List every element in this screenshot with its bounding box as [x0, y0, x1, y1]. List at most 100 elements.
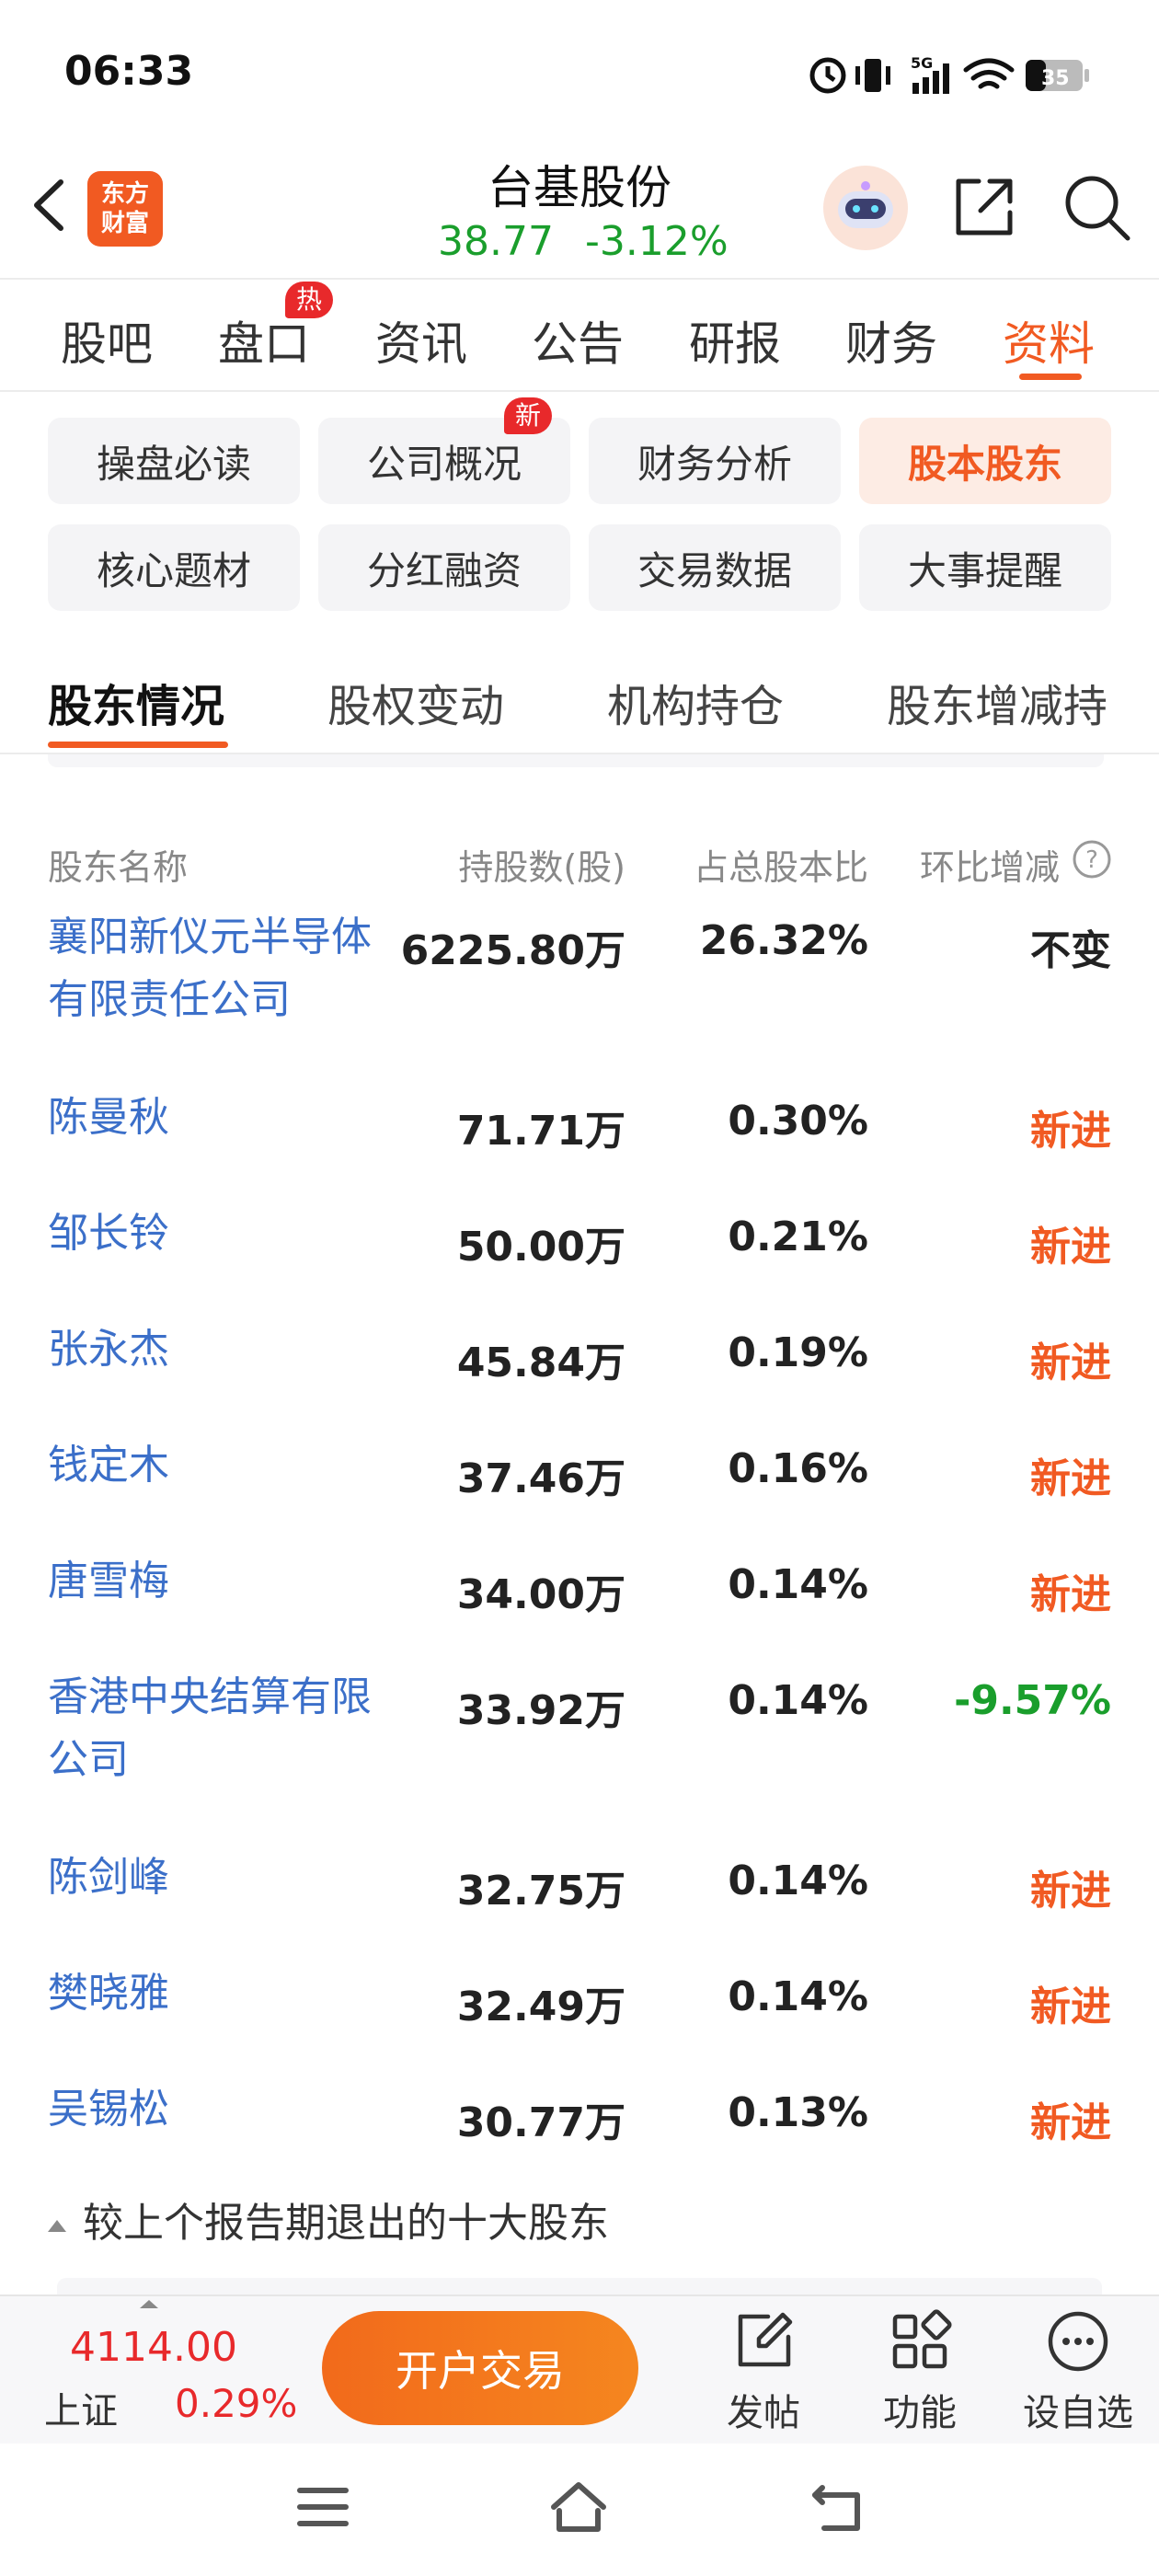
svg-text:?: ?	[1085, 846, 1098, 874]
index-change[interactable]: 0.29%	[175, 2381, 297, 2426]
holding-ratio: 0.14%	[728, 1973, 868, 2020]
tab-finance[interactable]: 财务	[845, 307, 937, 374]
shares-held: 71.71万	[456, 1108, 625, 1155]
section-tab-equity-changes[interactable]: 股权变动	[327, 670, 504, 734]
tabs-divider	[0, 390, 1159, 392]
shares-held: 33.92万	[456, 1687, 625, 1734]
functions-button[interactable]: 功能	[855, 2300, 984, 2438]
holding-change: 新进	[1030, 1455, 1111, 1502]
shares-held: 50.00万	[456, 1224, 625, 1271]
holding-ratio: 0.13%	[728, 2089, 868, 2136]
subnav-trading-data[interactable]: 交易数据	[589, 524, 841, 611]
exited-holders-label: 较上个报告期退出的十大股东	[83, 2200, 609, 2247]
shares-held: 30.77万	[456, 2099, 625, 2146]
shareholder-name[interactable]: 陈剑峰	[48, 1846, 379, 1909]
signal-icon: 5G	[911, 54, 949, 94]
section-tab-institutions[interactable]: 机构持仓	[607, 670, 784, 734]
back-arrow-icon[interactable]	[20, 164, 75, 247]
new-badge: 新	[504, 397, 553, 434]
shareholder-name[interactable]: 钱定木	[48, 1434, 379, 1497]
stock-price: 38.77	[438, 218, 554, 265]
section-active-indicator	[48, 742, 228, 748]
share-icon[interactable]	[947, 170, 1021, 244]
add-watchlist-label: 设自选	[1023, 2392, 1133, 2434]
tab-news[interactable]: 资讯	[375, 307, 467, 374]
ai-assistant-icon[interactable]	[821, 164, 910, 252]
index-name[interactable]: 上证	[44, 2381, 118, 2434]
shareholder-name[interactable]: 陈曼秋	[48, 1087, 379, 1149]
holding-ratio: 0.21%	[728, 1213, 868, 1260]
header-name: 股东名称	[48, 847, 189, 888]
header-change: 环比增减	[919, 847, 1060, 888]
subnav-core-themes[interactable]: 核心题材	[48, 524, 300, 611]
shareholder-name[interactable]: 襄阳新仪元半导体有限责任公司	[48, 906, 379, 1031]
shareholder-name[interactable]: 樊晓雅	[48, 1962, 379, 2025]
tab-guba[interactable]: 股吧	[61, 307, 153, 374]
subnav-trading-guide[interactable]: 操盘必读	[48, 418, 300, 504]
functions-label: 功能	[883, 2392, 957, 2434]
holding-change: 不变	[1030, 927, 1111, 974]
open-account-trade-button[interactable]: 开户交易	[322, 2311, 638, 2425]
shares-held: 37.46万	[456, 1455, 625, 1502]
section-tab-holding-changes[interactable]: 股东增减持	[887, 670, 1107, 734]
vibrate-icon	[855, 59, 890, 92]
header-ratio: 占总股本比	[693, 847, 868, 888]
status-time: 06:33	[64, 48, 194, 95]
holding-ratio: 0.14%	[728, 1857, 868, 1904]
battery-level: 35	[1041, 67, 1070, 90]
holding-change: 新进	[1030, 2099, 1111, 2146]
add-watchlist-button[interactable]: 设自选	[1014, 2300, 1142, 2438]
tab-profile[interactable]: 资料	[1003, 307, 1095, 374]
post-label: 发帖	[727, 2392, 800, 2434]
holding-ratio: 0.19%	[728, 1329, 868, 1376]
tab-research[interactable]: 研报	[689, 307, 781, 374]
holding-ratio: 0.14%	[728, 1561, 868, 1608]
header-shares: 持股数(股)	[458, 847, 625, 888]
shares-held: 45.84万	[456, 1340, 625, 1386]
hot-badge: 热	[285, 282, 334, 318]
holding-ratio: 0.16%	[728, 1445, 868, 1492]
app-logo: 东方 财富	[87, 171, 163, 247]
subnav-share-capital[interactable]: 股本股东	[859, 418, 1111, 504]
tab-announcements[interactable]: 公告	[532, 307, 624, 374]
holding-ratio: 0.14%	[728, 1677, 868, 1724]
card-edge	[48, 754, 1104, 767]
section-tab-shareholders[interactable]: 股东情况	[48, 670, 224, 734]
shares-held: 34.00万	[456, 1571, 625, 1618]
status-icons: 5G 35	[800, 48, 1141, 103]
index-value[interactable]: 4114.00	[70, 2324, 237, 2371]
next-card-edge	[57, 2278, 1102, 2294]
svg-text:5G: 5G	[911, 54, 933, 72]
holding-change: 新进	[1030, 1571, 1111, 1618]
subnav-events[interactable]: 大事提醒	[859, 524, 1111, 611]
shares-held: 32.49万	[456, 1984, 625, 2030]
holding-ratio: 0.30%	[728, 1098, 868, 1144]
shares-held: 6225.80万	[400, 927, 625, 974]
shares-held: 32.75万	[456, 1868, 625, 1915]
index-caret-icon	[140, 2300, 158, 2308]
alarm-icon	[809, 57, 846, 94]
shareholder-name[interactable]: 邹长铃	[48, 1202, 379, 1265]
holding-change: 新进	[1030, 1868, 1111, 1915]
subnav-dividends[interactable]: 分红融资	[318, 524, 570, 611]
logo-line2: 财富	[100, 210, 149, 237]
shareholder-name[interactable]: 吴锡松	[48, 2078, 379, 2141]
help-icon[interactable]: ?	[1072, 839, 1112, 880]
holding-ratio: 26.32%	[699, 917, 868, 964]
subnav-financial-analysis[interactable]: 财务分析	[589, 418, 841, 504]
shareholder-name[interactable]: 香港中央结算有限公司	[48, 1666, 379, 1791]
stock-name[interactable]: 台基股份	[396, 151, 763, 217]
edit-icon	[738, 2312, 793, 2367]
logo-line1: 东方	[100, 180, 149, 208]
back-icon[interactable]	[809, 2482, 865, 2534]
post-button[interactable]: 发帖	[699, 2300, 828, 2438]
exited-holders-toggle[interactable]: 较上个报告期退出的十大股东	[48, 2190, 609, 2248]
wifi-icon	[963, 58, 1015, 89]
shareholder-name[interactable]: 唐雪梅	[48, 1550, 379, 1613]
holding-change: 新进	[1030, 1340, 1111, 1386]
menu-icon[interactable]	[296, 2484, 350, 2530]
home-icon[interactable]	[548, 2479, 609, 2535]
header-divider	[0, 278, 1159, 280]
search-icon[interactable]	[1060, 170, 1133, 244]
shareholder-name[interactable]: 张永杰	[48, 1318, 379, 1381]
